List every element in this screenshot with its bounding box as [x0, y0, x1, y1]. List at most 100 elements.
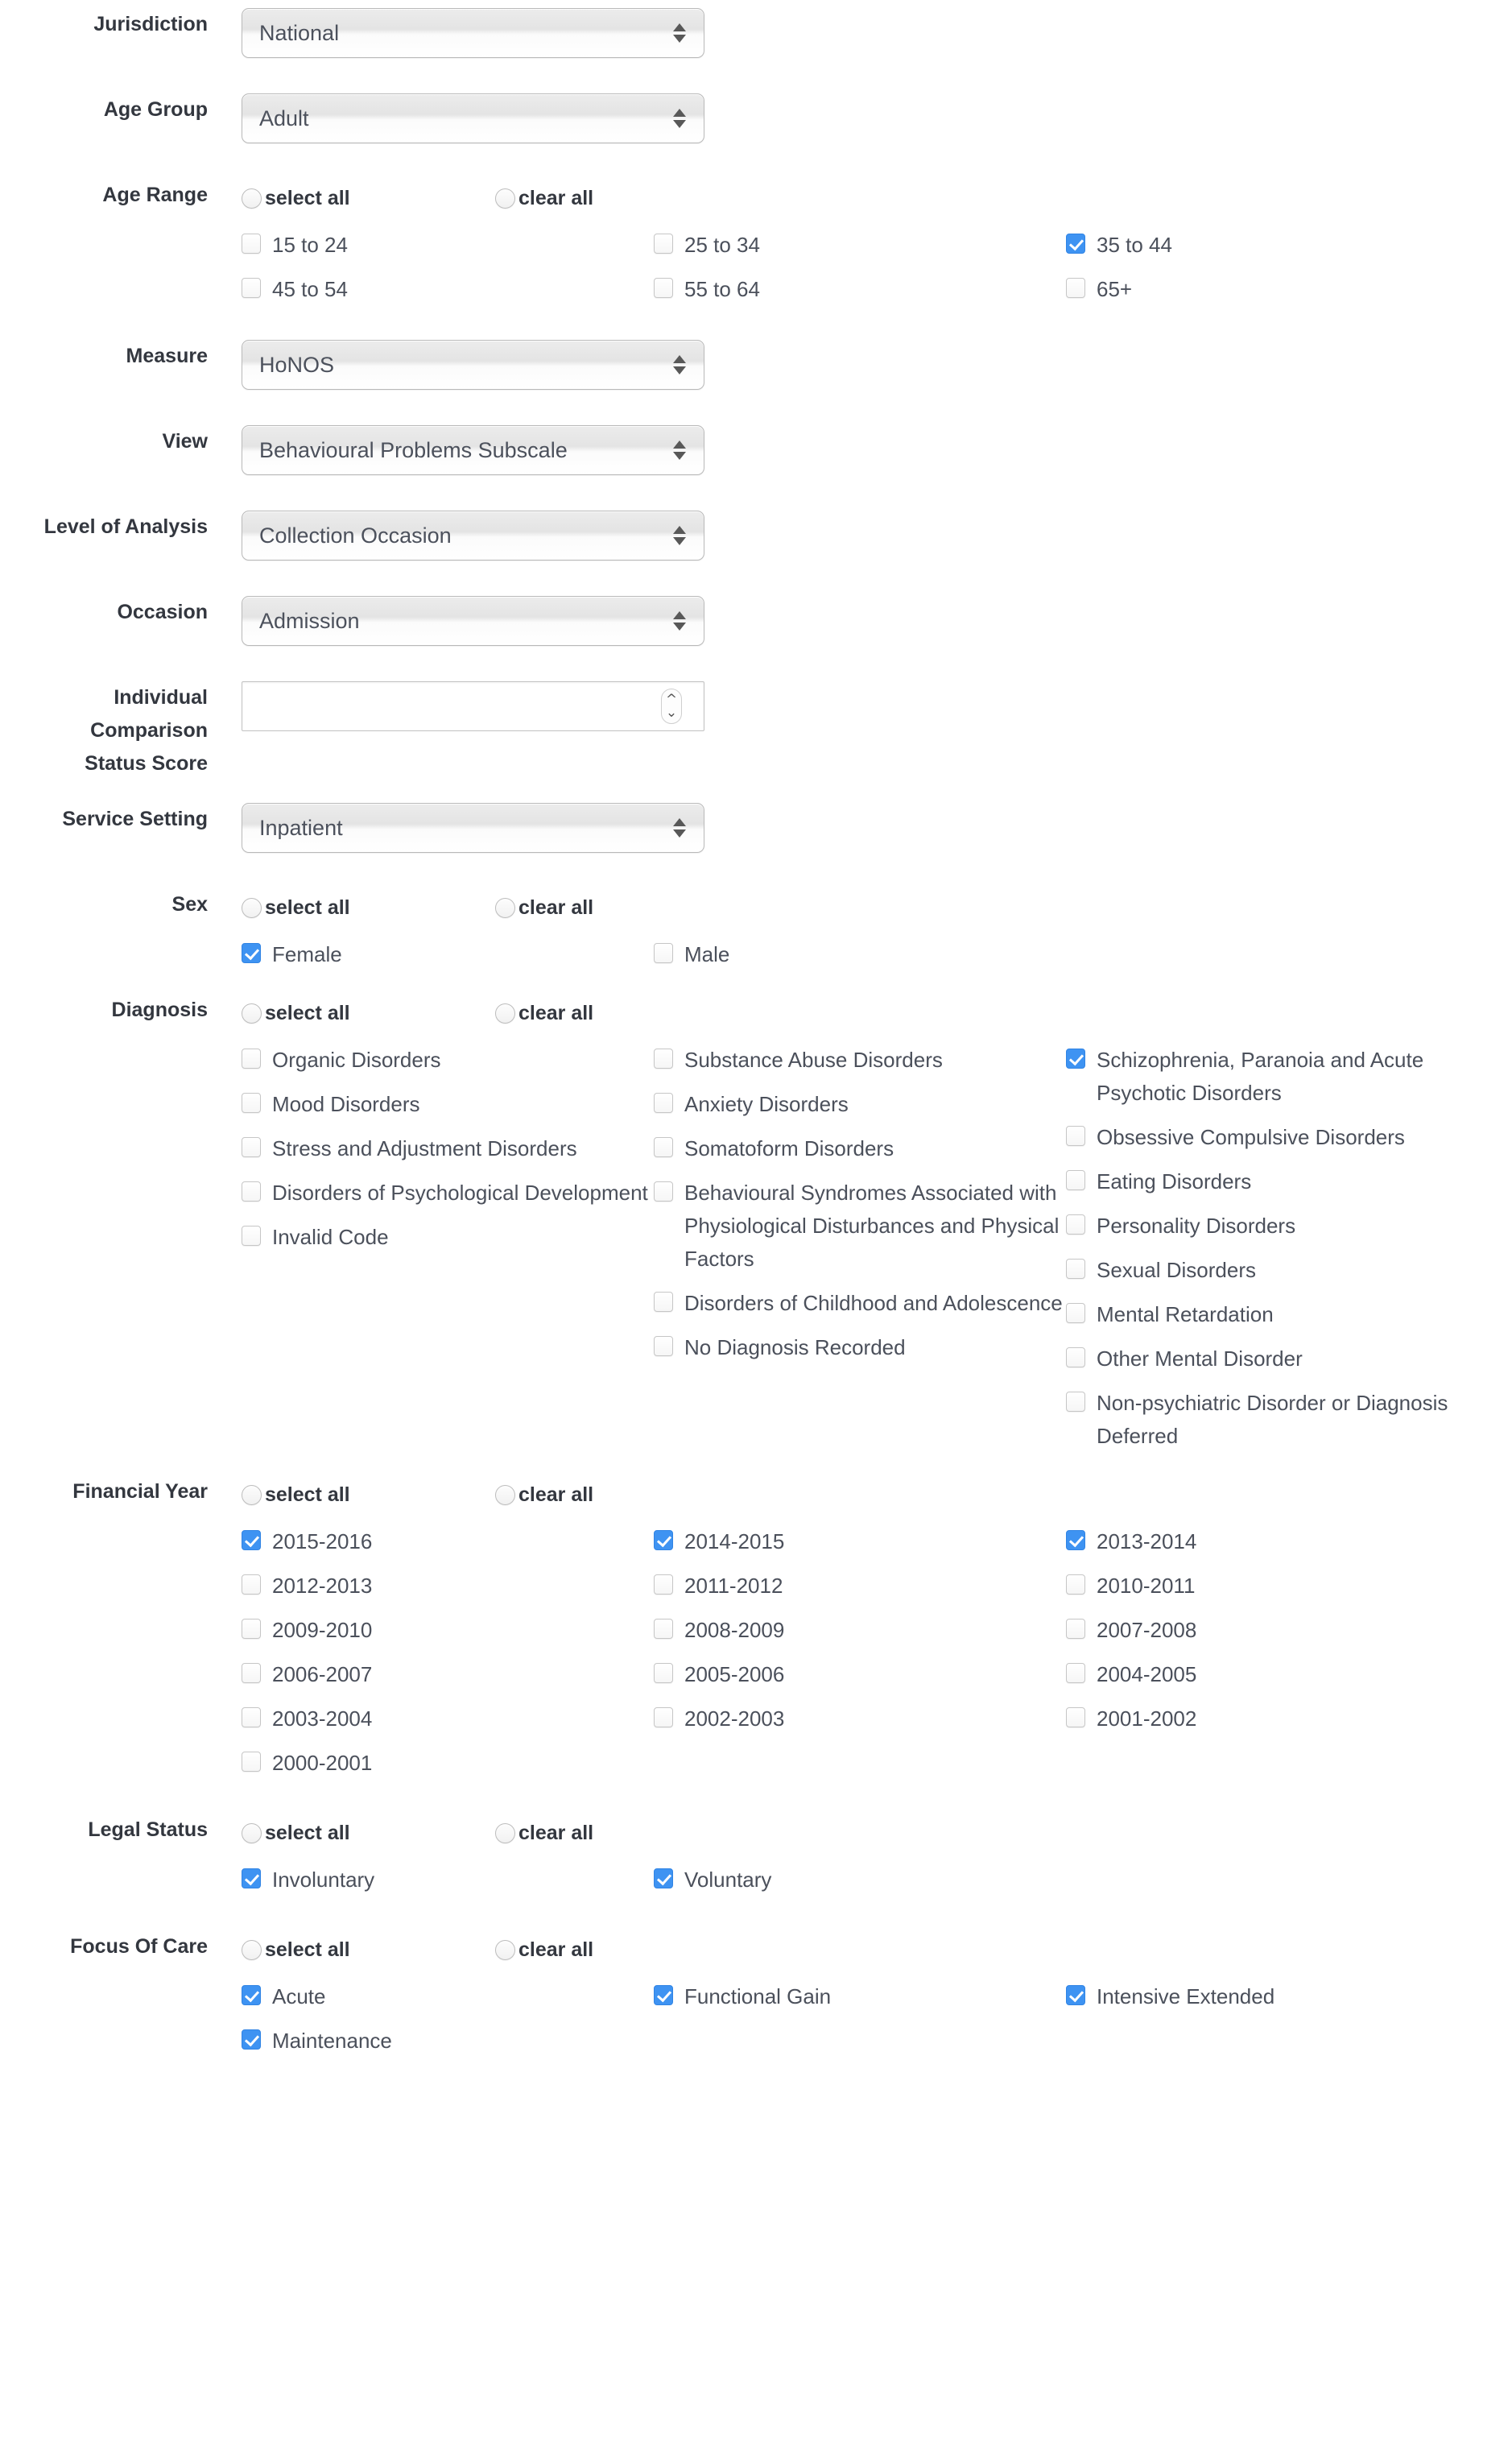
checkbox-item[interactable]: No Diagnosis Recorded	[654, 1331, 1066, 1364]
checkbox-unchecked-icon[interactable]	[1066, 1619, 1085, 1639]
checkbox-unchecked-icon[interactable]	[242, 1574, 261, 1595]
service-setting-select[interactable]: Inpatient	[242, 803, 704, 853]
focus-of-care-clear-all[interactable]: clear all	[495, 1938, 749, 1962]
age-range-select-all[interactable]: select all	[242, 187, 495, 210]
checkbox-unchecked-icon[interactable]	[1066, 1663, 1085, 1683]
checkbox-item[interactable]: 25 to 34	[654, 229, 1066, 262]
checkbox-item[interactable]: Intensive Extended	[1066, 1980, 1478, 2013]
checkbox-unchecked-icon[interactable]	[654, 234, 673, 254]
checkbox-item[interactable]: Acute	[242, 1980, 654, 2013]
checkbox-checked-icon[interactable]	[242, 1868, 261, 1888]
checkbox-item[interactable]: Involuntary	[242, 1864, 654, 1897]
checkbox-item[interactable]: 15 to 24	[242, 229, 654, 262]
checkbox-item[interactable]: Disorders of Psychological Development	[242, 1177, 654, 1210]
checkbox-item[interactable]: 2015-2016	[242, 1525, 654, 1558]
legal-status-select-all[interactable]: select all	[242, 1822, 495, 1845]
checkbox-item[interactable]: Behavioural Syndromes Associated with Ph…	[654, 1177, 1066, 1276]
checkbox-item[interactable]: Female	[242, 938, 654, 971]
checkbox-unchecked-icon[interactable]	[654, 943, 673, 963]
checkbox-item[interactable]: Stress and Adjustment Disorders	[242, 1132, 654, 1165]
checkbox-item[interactable]: 2004-2005	[1066, 1658, 1478, 1691]
financial-year-clear-all[interactable]: clear all	[495, 1483, 749, 1507]
checkbox-unchecked-icon[interactable]	[242, 1619, 261, 1639]
checkbox-checked-icon[interactable]	[242, 1985, 261, 2005]
checkbox-item[interactable]: Mental Retardation	[1066, 1298, 1478, 1331]
checkbox-item[interactable]: Obsessive Compulsive Disorders	[1066, 1121, 1478, 1154]
checkbox-unchecked-icon[interactable]	[654, 1093, 673, 1113]
checkbox-unchecked-icon[interactable]	[654, 1663, 673, 1683]
jurisdiction-select[interactable]: National	[242, 8, 704, 58]
checkbox-item[interactable]: Eating Disorders	[1066, 1165, 1478, 1198]
checkbox-unchecked-icon[interactable]	[242, 1049, 261, 1069]
checkbox-unchecked-icon[interactable]	[1066, 1707, 1085, 1727]
legal-status-clear-all[interactable]: clear all	[495, 1822, 749, 1845]
level-of-analysis-select[interactable]: Collection Occasion	[242, 511, 704, 561]
view-select[interactable]: Behavioural Problems Subscale	[242, 425, 704, 475]
age-group-select[interactable]: Adult	[242, 93, 704, 143]
checkbox-checked-icon[interactable]	[242, 2029, 261, 2050]
checkbox-unchecked-icon[interactable]	[654, 1707, 673, 1727]
checkbox-unchecked-icon[interactable]	[654, 1619, 673, 1639]
individual-comparison-status-score-input[interactable]: ^ ⌄	[242, 681, 704, 731]
checkbox-item[interactable]: 2010-2011	[1066, 1570, 1478, 1603]
checkbox-unchecked-icon[interactable]	[1066, 1392, 1085, 1412]
checkbox-checked-icon[interactable]	[654, 1868, 673, 1888]
sex-clear-all[interactable]: clear all	[495, 896, 749, 920]
checkbox-unchecked-icon[interactable]	[242, 1752, 261, 1772]
checkbox-item[interactable]: 2014-2015	[654, 1525, 1066, 1558]
checkbox-unchecked-icon[interactable]	[242, 1226, 261, 1246]
checkbox-item[interactable]: 2003-2004	[242, 1702, 654, 1735]
checkbox-item[interactable]: 2007-2008	[1066, 1614, 1478, 1647]
diagnosis-select-all[interactable]: select all	[242, 1002, 495, 1025]
checkbox-item[interactable]: Disorders of Childhood and Adolescence	[654, 1287, 1066, 1320]
measure-select[interactable]: HoNOS	[242, 340, 704, 390]
diagnosis-clear-all[interactable]: clear all	[495, 1002, 749, 1025]
checkbox-item[interactable]: 45 to 54	[242, 273, 654, 306]
checkbox-item[interactable]: 2001-2002	[1066, 1702, 1478, 1735]
checkbox-item[interactable]: 2006-2007	[242, 1658, 654, 1691]
checkbox-unchecked-icon[interactable]	[1066, 1170, 1085, 1190]
checkbox-item[interactable]: 2008-2009	[654, 1614, 1066, 1647]
checkbox-unchecked-icon[interactable]	[1066, 278, 1085, 298]
checkbox-checked-icon[interactable]	[1066, 1530, 1085, 1550]
checkbox-item[interactable]: 2012-2013	[242, 1570, 654, 1603]
checkbox-unchecked-icon[interactable]	[654, 1181, 673, 1202]
checkbox-item[interactable]: Invalid Code	[242, 1221, 654, 1254]
checkbox-item[interactable]: Sexual Disorders	[1066, 1254, 1478, 1287]
checkbox-item[interactable]: Personality Disorders	[1066, 1210, 1478, 1243]
checkbox-unchecked-icon[interactable]	[1066, 1259, 1085, 1279]
checkbox-checked-icon[interactable]	[242, 943, 261, 963]
checkbox-unchecked-icon[interactable]	[242, 234, 261, 254]
age-range-clear-all[interactable]: clear all	[495, 187, 749, 210]
checkbox-checked-icon[interactable]	[1066, 234, 1085, 254]
checkbox-unchecked-icon[interactable]	[1066, 1347, 1085, 1367]
checkbox-item[interactable]: Voluntary	[654, 1864, 1066, 1897]
focus-of-care-select-all[interactable]: select all	[242, 1938, 495, 1962]
checkbox-unchecked-icon[interactable]	[654, 1574, 673, 1595]
checkbox-item[interactable]: Non-psychiatric Disorder or Diagnosis De…	[1066, 1387, 1478, 1453]
checkbox-item[interactable]: 2011-2012	[654, 1570, 1066, 1603]
checkbox-checked-icon[interactable]	[654, 1530, 673, 1550]
checkbox-unchecked-icon[interactable]	[654, 1137, 673, 1157]
checkbox-item[interactable]: 55 to 64	[654, 273, 1066, 306]
financial-year-select-all[interactable]: select all	[242, 1483, 495, 1507]
checkbox-unchecked-icon[interactable]	[1066, 1303, 1085, 1323]
number-spinner-icon[interactable]: ^ ⌄	[661, 689, 682, 724]
checkbox-item[interactable]: Organic Disorders	[242, 1044, 654, 1077]
checkbox-item[interactable]: Mood Disorders	[242, 1088, 654, 1121]
checkbox-checked-icon[interactable]	[242, 1530, 261, 1550]
checkbox-item[interactable]: 35 to 44	[1066, 229, 1478, 262]
checkbox-item[interactable]: Schizophrenia, Paranoia and Acute Psycho…	[1066, 1044, 1478, 1110]
checkbox-item[interactable]: 2005-2006	[654, 1658, 1066, 1691]
checkbox-unchecked-icon[interactable]	[242, 1181, 261, 1202]
checkbox-unchecked-icon[interactable]	[654, 1336, 673, 1356]
checkbox-item[interactable]: Anxiety Disorders	[654, 1088, 1066, 1121]
occasion-select[interactable]: Admission	[242, 596, 704, 646]
checkbox-item[interactable]: Substance Abuse Disorders	[654, 1044, 1066, 1077]
checkbox-checked-icon[interactable]	[654, 1985, 673, 2005]
checkbox-unchecked-icon[interactable]	[654, 278, 673, 298]
checkbox-unchecked-icon[interactable]	[654, 1292, 673, 1312]
checkbox-unchecked-icon[interactable]	[242, 1663, 261, 1683]
checkbox-item[interactable]: 2009-2010	[242, 1614, 654, 1647]
checkbox-item[interactable]: 2000-2001	[242, 1747, 654, 1780]
